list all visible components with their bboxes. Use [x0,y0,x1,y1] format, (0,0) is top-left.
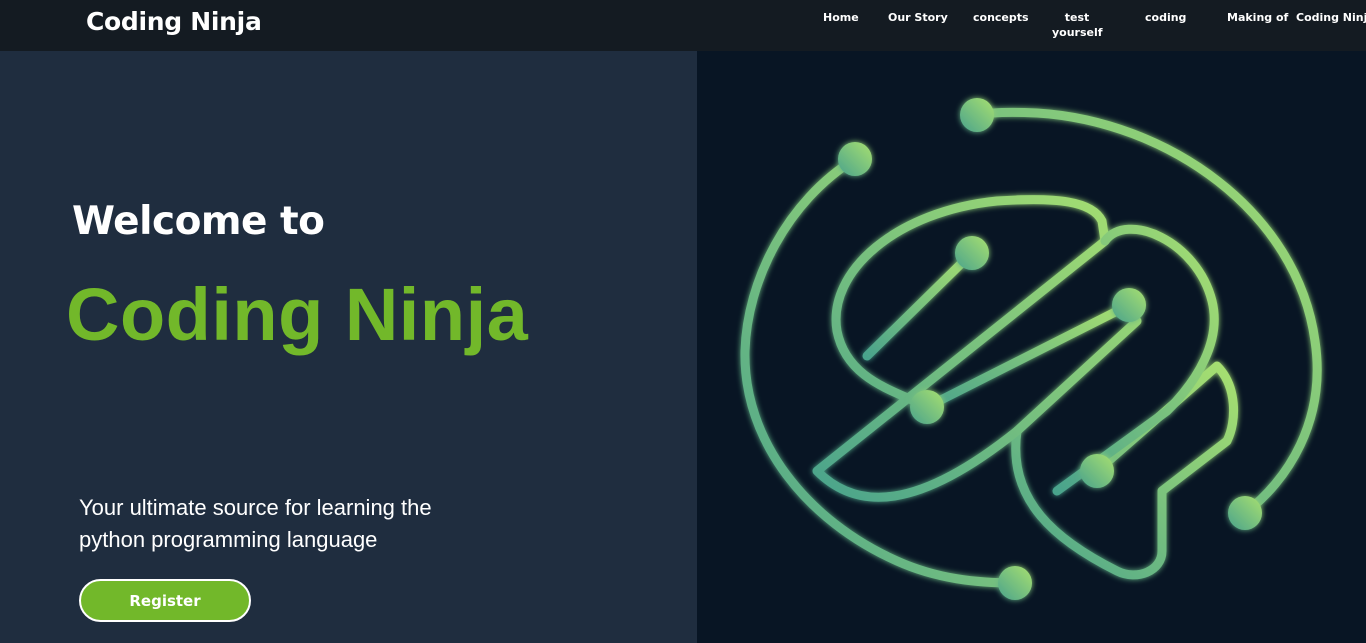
nav-test-yourself[interactable]: test yourself [1052,10,1103,40]
brand-logo-text[interactable]: Coding Ninja [86,7,262,36]
circuit-brain-icon [740,98,1322,600]
nav-concepts[interactable]: concepts [973,10,1029,25]
register-button[interactable]: Register [79,579,251,622]
nav-coding[interactable]: coding [1145,10,1186,25]
nav-home[interactable]: Home [823,10,859,25]
hero-tagline: Your ultimate source for learning the py… [79,495,432,552]
top-navbar: Coding Ninja Home Our Story concepts tes… [0,0,1366,51]
hero-image-panel [697,51,1366,643]
hero-title: Coding Ninja [66,273,529,356]
nav-our-story[interactable]: Our Story [888,10,948,25]
nav-making-of[interactable]: Making of Coding Ninja [1227,10,1366,25]
welcome-heading: Welcome to [72,199,325,244]
